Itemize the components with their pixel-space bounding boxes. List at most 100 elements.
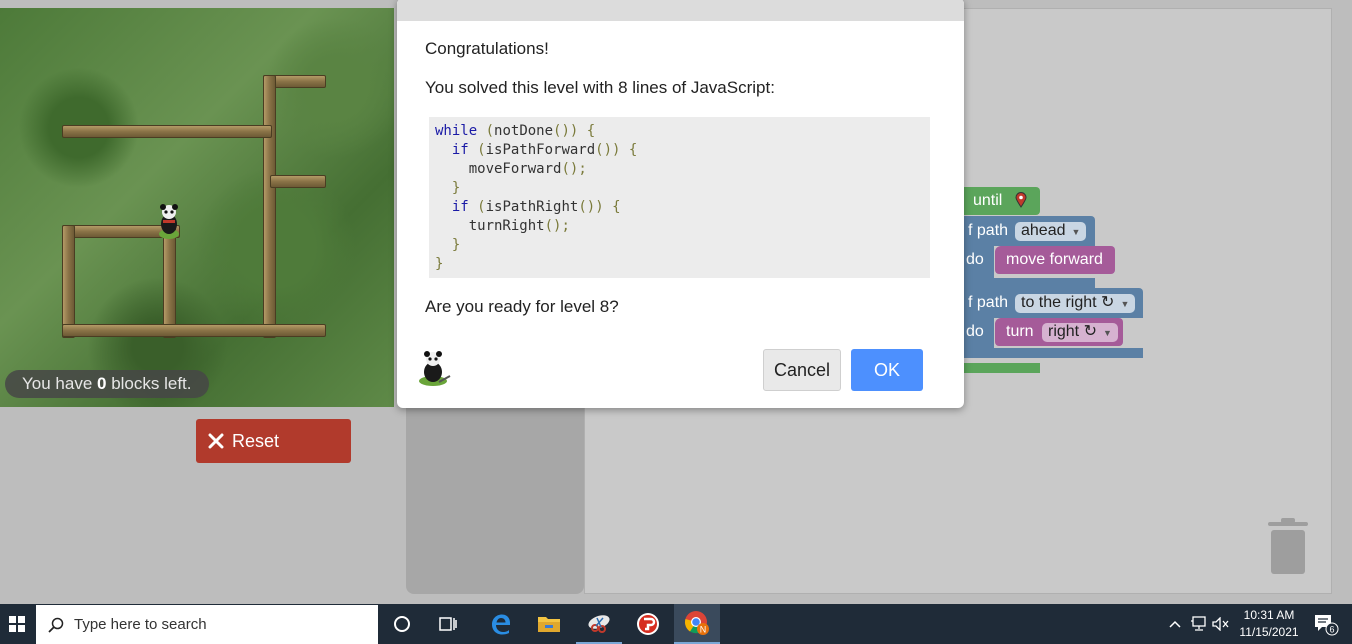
snipping-tool-button[interactable]	[576, 604, 622, 644]
cortana-circle-icon	[394, 616, 410, 632]
search-placeholder: Type here to search	[74, 616, 207, 633]
code-punctuation: }	[451, 237, 461, 253]
code-punctuation: {	[628, 142, 638, 158]
taskbar-search-box[interactable]: Type here to search	[36, 605, 378, 644]
reset-label: Reset	[232, 430, 280, 451]
code-punctuation: (	[485, 123, 495, 139]
code-punctuation: {	[612, 199, 621, 215]
notification-icon: 6	[1315, 615, 1339, 636]
maze-path	[62, 125, 272, 138]
code-punctuation: }	[435, 256, 444, 272]
show-hidden-icons-button[interactable]	[1163, 604, 1187, 644]
code-line: }	[435, 179, 930, 198]
trash-icon[interactable]	[1268, 518, 1308, 574]
code-line: }	[435, 236, 930, 255]
blocks-left-counter: You have 0 blocks left.	[5, 370, 209, 398]
if-path-ahead-block[interactable]: f path ahead ▼	[964, 216, 1095, 246]
code-line: }	[435, 255, 930, 274]
chevron-down-icon: ▼	[1102, 328, 1112, 338]
dialog-message: You solved this level with 8 lines of Ja…	[425, 78, 775, 97]
cancel-button[interactable]: Cancel	[763, 349, 841, 391]
level-complete-dialog: Congratulations! You solved this level w…	[397, 0, 964, 408]
ok-button[interactable]: OK	[851, 349, 923, 391]
turn-direction-value: right ↻	[1048, 323, 1097, 340]
code-punctuation: )	[612, 142, 621, 158]
code-punctuation: (	[578, 199, 587, 215]
code-punctuation: (	[561, 161, 570, 177]
if-do-section: do	[964, 318, 994, 350]
code-keyword: if	[451, 199, 469, 215]
repeat-until-block[interactable]: until	[964, 187, 1040, 215]
reset-button[interactable]: Reset	[196, 419, 351, 463]
dialog-header	[397, 0, 964, 21]
snipping-tool-icon	[588, 615, 610, 633]
turn-block[interactable]: turn right ↻ ▼	[995, 318, 1123, 346]
if-path-right-block[interactable]: f path to the right ↻ ▼	[964, 288, 1143, 318]
chrome-icon: N	[684, 611, 709, 635]
dialog-title: Congratulations!	[425, 39, 549, 58]
system-clock[interactable]: 10:31 AM 11/15/2021	[1230, 607, 1308, 641]
code-punctuation: {	[586, 123, 596, 139]
edge-browser-icon	[492, 614, 510, 635]
code-block: while (notDone()) { if (isPathForward())…	[429, 117, 930, 278]
maze-path	[263, 75, 276, 338]
code-punctuation: (	[477, 142, 486, 158]
code-punctuation: )	[561, 123, 570, 139]
network-button[interactable]	[1187, 604, 1211, 644]
code-line: moveForward();	[435, 161, 587, 177]
path-direction-value: to the right ↻	[1021, 294, 1115, 311]
search-icon	[48, 617, 64, 633]
blocks-left-suffix: blocks left.	[106, 374, 192, 393]
code-keyword: while	[435, 123, 478, 139]
file-explorer-button[interactable]	[526, 604, 572, 644]
task-view-button[interactable]	[425, 604, 471, 644]
folder-icon	[538, 617, 560, 632]
maze-path	[163, 225, 176, 338]
maze-path	[62, 225, 75, 338]
code-punctuation: )	[595, 199, 604, 215]
move-forward-block[interactable]: move forward	[995, 246, 1115, 274]
windows-logo-icon	[9, 616, 25, 632]
app-button[interactable]	[625, 604, 671, 644]
dialog-question: Are you ready for level 8?	[425, 297, 619, 316]
maze-path	[270, 175, 326, 188]
red-app-icon	[637, 613, 659, 635]
notification-center-button[interactable]: 6	[1306, 604, 1346, 644]
code-punctuation: (	[477, 199, 486, 215]
repeat-until-block-bottom	[964, 363, 1040, 373]
code-punctuation: (	[595, 142, 604, 158]
turn-direction-dropdown[interactable]: right ↻ ▼	[1042, 323, 1118, 342]
cortana-button[interactable]	[379, 604, 425, 644]
code-keyword: if	[451, 142, 469, 158]
clock-time: 10:31 AM	[1243, 608, 1295, 622]
code-line: while (notDone()) {	[435, 123, 596, 139]
path-direction-dropdown[interactable]: to the right ↻ ▼	[1015, 294, 1136, 313]
if-block-bottom	[964, 278, 1095, 288]
task-view-icon	[439, 617, 457, 631]
panda-character-icon	[419, 351, 451, 386]
chevron-up-icon	[1169, 620, 1181, 628]
close-icon	[208, 433, 224, 449]
code-punctuation: ;	[578, 161, 587, 177]
panda-character-icon	[159, 204, 179, 239]
code-punctuation: )	[603, 142, 613, 158]
block-toolbox	[406, 400, 584, 594]
code-line: if (isPathForward()) {	[451, 142, 638, 158]
code-punctuation: }	[451, 180, 461, 196]
path-direction-dropdown[interactable]: ahead ▼	[1015, 222, 1087, 241]
path-direction-value: ahead	[1021, 222, 1066, 239]
start-button[interactable]	[0, 604, 34, 644]
do-label: do	[966, 323, 984, 340]
volume-muted-icon	[1212, 617, 1229, 631]
chrome-button[interactable]: N	[674, 604, 720, 644]
windows-taskbar: Type here to search N 10:31 AM 11/15/202…	[0, 604, 1352, 644]
if-do-section: do	[964, 246, 994, 278]
edge-button[interactable]	[478, 604, 524, 644]
maze-path	[62, 324, 326, 337]
clock-date: 11/15/2021	[1239, 625, 1299, 639]
if-path-label: f path	[968, 294, 1009, 311]
if-block-bottom	[964, 348, 1143, 358]
if-path-label: f path	[968, 222, 1009, 239]
maze-view: You have 0 blocks left.	[0, 8, 394, 407]
notification-count: 6	[1329, 625, 1334, 635]
